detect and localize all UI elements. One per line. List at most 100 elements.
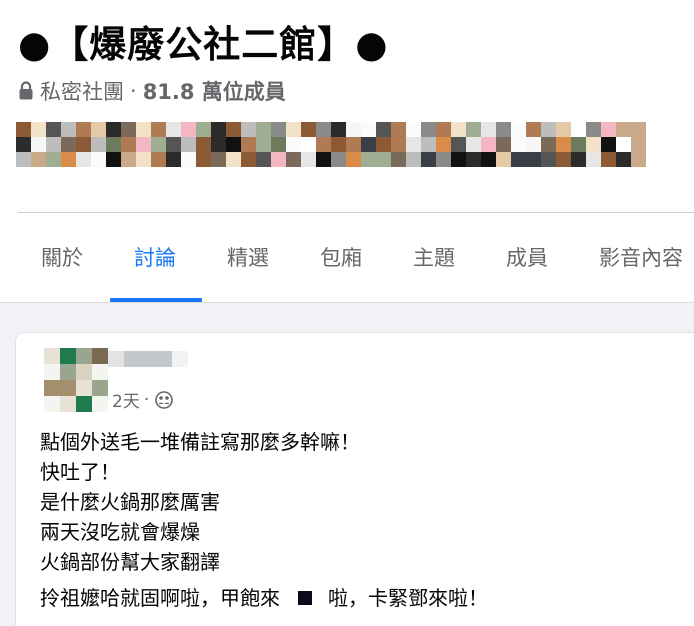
post-line: 點個外送毛一堆備註寫那麼多幹嘛！ (40, 430, 360, 454)
group-meta: 私密社團 · 81.8 萬位成員 (18, 76, 286, 106)
pixel-block (376, 152, 391, 167)
pixel-block (166, 152, 181, 167)
pixel-block (60, 348, 76, 364)
pixel-block (616, 122, 631, 137)
post-body: 點個外送毛一堆備註寫那麼多幹嘛！ 快吐了！ 是什麼火鍋那麼厲害 兩天沒吃就會爆燥… (40, 427, 488, 613)
pixel-block (181, 137, 196, 152)
pixel-block (241, 122, 256, 137)
group-audience-icon (155, 390, 174, 409)
pixel-block (526, 122, 541, 137)
pixel-block (571, 137, 586, 152)
header-divider (18, 212, 694, 213)
group-title[interactable]: ●【爆廢公社二館】● (18, 14, 389, 68)
pixel-block (92, 380, 108, 396)
pixel-block (16, 122, 31, 137)
pixel-block (106, 137, 121, 152)
pixel-block (406, 137, 421, 152)
pixel-block (331, 152, 346, 167)
member-count[interactable]: 81.8 萬位成員 (143, 76, 286, 106)
pixel-block (166, 137, 181, 152)
group-header: ●【爆廢公社二館】● 私密社團 · 81.8 萬位成員 關於 討論 精選 包廂 … (0, 0, 694, 303)
pixel-block (92, 396, 108, 412)
pixel-block (44, 348, 60, 364)
pixel-block (421, 122, 436, 137)
pixel-block (44, 364, 60, 380)
pixel-block (136, 137, 151, 152)
pixel-block (61, 152, 76, 167)
pixel-block (511, 152, 526, 167)
pixel-block (556, 152, 571, 167)
pixel-block (136, 152, 151, 167)
pixel-block (481, 122, 496, 137)
pixel-block (421, 152, 436, 167)
pixel-block (586, 137, 601, 152)
pixel-block (556, 137, 571, 152)
pixel-block (526, 152, 541, 167)
pixel-block (466, 122, 481, 137)
group-tabs: 關於 討論 精選 包廂 主題 成員 影音內容 (0, 214, 694, 302)
pixel-block (601, 122, 616, 137)
tab-featured[interactable]: 精選 (227, 242, 269, 272)
tab-about[interactable]: 關於 (41, 242, 83, 272)
pixel-block (541, 122, 556, 137)
pixel-block (481, 137, 496, 152)
pixel-block (211, 137, 226, 152)
pixel-block (76, 396, 92, 412)
pixel-block (316, 122, 331, 137)
pixel-block (196, 152, 211, 167)
pixel-block (406, 122, 421, 137)
tab-members[interactable]: 成員 (506, 242, 548, 272)
pixel-block (106, 122, 121, 137)
pixel-block (226, 122, 241, 137)
pixel-block (46, 152, 61, 167)
pixel-block (256, 122, 271, 137)
pixel-block (16, 137, 31, 152)
member-avatars-pixelated[interactable] (16, 122, 656, 168)
pixel-block (256, 137, 271, 152)
pixel-block (556, 122, 571, 137)
author-avatar-pixelated[interactable] (44, 348, 108, 412)
censored-emoji-icon (298, 591, 312, 605)
pixel-block (121, 152, 136, 167)
pixel-block (481, 152, 496, 167)
pixel-block (108, 351, 124, 367)
post-time[interactable]: 2天 (112, 387, 140, 412)
author-name-pixelated[interactable] (108, 351, 188, 367)
tab-topics[interactable]: 主題 (413, 242, 455, 272)
pixel-block (601, 152, 616, 167)
pixel-block (91, 122, 106, 137)
pixel-block (271, 137, 286, 152)
tab-discussion[interactable]: 討論 (134, 242, 176, 272)
pixel-block (436, 122, 451, 137)
pixel-block (346, 137, 361, 152)
pixel-block (136, 122, 151, 137)
pixel-block (451, 122, 466, 137)
pixel-block (436, 152, 451, 167)
pixel-block (406, 152, 421, 167)
pixel-block (76, 364, 92, 380)
pixel-block (391, 152, 406, 167)
tab-rooms[interactable]: 包廂 (320, 242, 362, 272)
pixel-block (541, 137, 556, 152)
privacy-label: 私密社團 (40, 80, 124, 104)
pixel-block (46, 122, 61, 137)
post-line: 是什麼火鍋那麼厲害 (40, 490, 220, 514)
pixel-block (586, 152, 601, 167)
tab-media[interactable]: 影音內容 (599, 242, 683, 272)
pixel-block (172, 351, 188, 367)
pixel-block (451, 152, 466, 167)
pixel-block (241, 152, 256, 167)
pixel-block (466, 137, 481, 152)
pixel-block (140, 351, 156, 367)
pixel-block (346, 152, 361, 167)
pixel-block (391, 122, 406, 137)
pixel-block (541, 152, 556, 167)
post-line: 快吐了！ (40, 460, 120, 484)
pixel-block (346, 122, 361, 137)
pixel-block (421, 137, 436, 152)
pixel-block (316, 152, 331, 167)
pixel-block (496, 122, 511, 137)
pixel-block (616, 137, 631, 152)
pixel-block (226, 152, 241, 167)
pixel-block (376, 122, 391, 137)
